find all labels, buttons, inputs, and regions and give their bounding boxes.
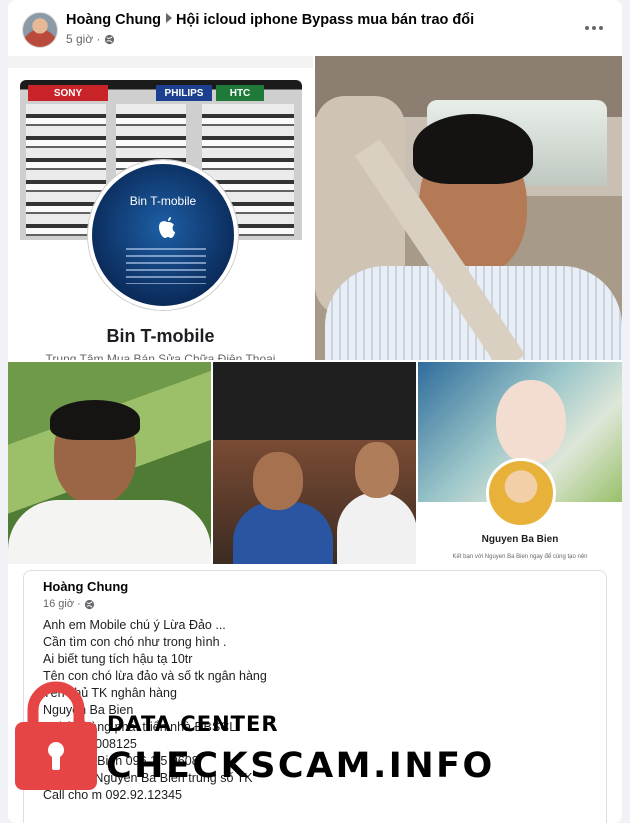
post-meta: 5 giờ · — [66, 32, 115, 46]
apple-logo-icon — [159, 217, 175, 238]
more-options-icon[interactable] — [580, 18, 608, 38]
post-text-line: Nghân hàng phát triển nhà ĐBSCL — [43, 720, 237, 734]
photo-profile-screenshot[interactable]: Nguyen Ba Bien Kết bạn với Nguyen Ba Bie… — [418, 362, 622, 564]
shared-post-author[interactable]: Hoàng Chung — [43, 579, 128, 594]
post-text-line: Ai biết tung tích hậu tạ 10tr — [43, 652, 193, 666]
shared-post[interactable]: Hoàng Chung 16 giờ · Anh em Mobile chú ý… — [23, 570, 607, 823]
person-shirt — [233, 502, 333, 564]
post-text-line: Tên con chó lừa đảo và số tk ngân hàng — [43, 669, 267, 683]
post-text-line: 0470 1 0 008125 — [43, 737, 137, 751]
person-hair — [413, 114, 533, 184]
author-avatar[interactable] — [22, 12, 58, 48]
badge-text-lines — [126, 248, 206, 284]
shared-post-meta: 16 giờ · — [43, 598, 95, 610]
badge-title: Bin T-mobile — [129, 194, 197, 208]
photo-shop-profile[interactable]: SONY PHILIPS HTC Bin T-mobile Bin T-mobi… — [8, 56, 313, 360]
profile-caption: Kết bạn với Nguyen Ba Bien ngay để cùng … — [452, 554, 588, 560]
post-text-line: Tên chủ TK nghân hàng — [43, 686, 177, 700]
shop-sign-sony: SONY — [28, 85, 108, 101]
post-header: Hoàng Chung Hội icloud iphone Bypass mua … — [8, 0, 622, 56]
person-shirt — [337, 492, 416, 564]
arrow-right-icon — [166, 13, 173, 23]
post-text-line: Anh em Mobile chú ý Lừa Đảo ... — [43, 618, 226, 632]
group-name-link[interactable]: Hội icloud iphone Bypass mua bán trao đổ… — [176, 12, 474, 28]
globe-icon — [84, 599, 94, 609]
post-text-line: Cần tìm con chó như trong hình . — [43, 635, 227, 649]
divider — [8, 56, 313, 68]
shop-sign-htc: HTC — [216, 85, 264, 101]
post-text-line: Nguyen Ba Bien — [43, 703, 134, 717]
post-card: Hoàng Chung Hội icloud iphone Bypass mua … — [8, 0, 622, 823]
shared-post-body: Anh em Mobile chú ý Lừa Đảo ... Cần tìm … — [43, 617, 267, 804]
shop-logo-badge: Bin T-mobile — [88, 160, 238, 310]
shop-subtitle: Trung Tâm Mua Bán Sửa Chữa Điện Thoại — [45, 352, 276, 360]
shop-name: Bin T-mobile — [106, 326, 215, 346]
shared-post-timestamp[interactable]: 16 giờ · — [43, 598, 81, 610]
person-shirt — [8, 500, 211, 564]
photo-group-night[interactable] — [213, 362, 416, 564]
globe-icon — [104, 34, 114, 44]
post-text-line: Nick zalo Bien 096 1 5 9608 — [43, 754, 199, 768]
post-timestamp[interactable]: 5 giờ · — [66, 32, 101, 46]
shop-sign-philips: PHILIPS — [156, 85, 212, 101]
profile-avatar — [486, 458, 556, 528]
author-name-link[interactable]: Hoàng Chung — [66, 12, 161, 28]
profile-name: Nguyen Ba Bien — [481, 534, 559, 545]
photo-outdoor-portrait[interactable] — [8, 362, 211, 564]
post-text-line: Tên zalo Nguyen Ba Bien trùng số TK — [43, 771, 253, 785]
post-text-line: Call cho m 092.92.12345 — [43, 788, 182, 802]
person-face — [355, 442, 399, 498]
post-title-line: Hoàng Chung Hội icloud iphone Bypass mua … — [66, 12, 474, 28]
person-face — [253, 452, 303, 510]
person-hair — [50, 400, 140, 440]
baby-face — [496, 380, 566, 464]
photo-car-selfie[interactable] — [315, 56, 622, 360]
